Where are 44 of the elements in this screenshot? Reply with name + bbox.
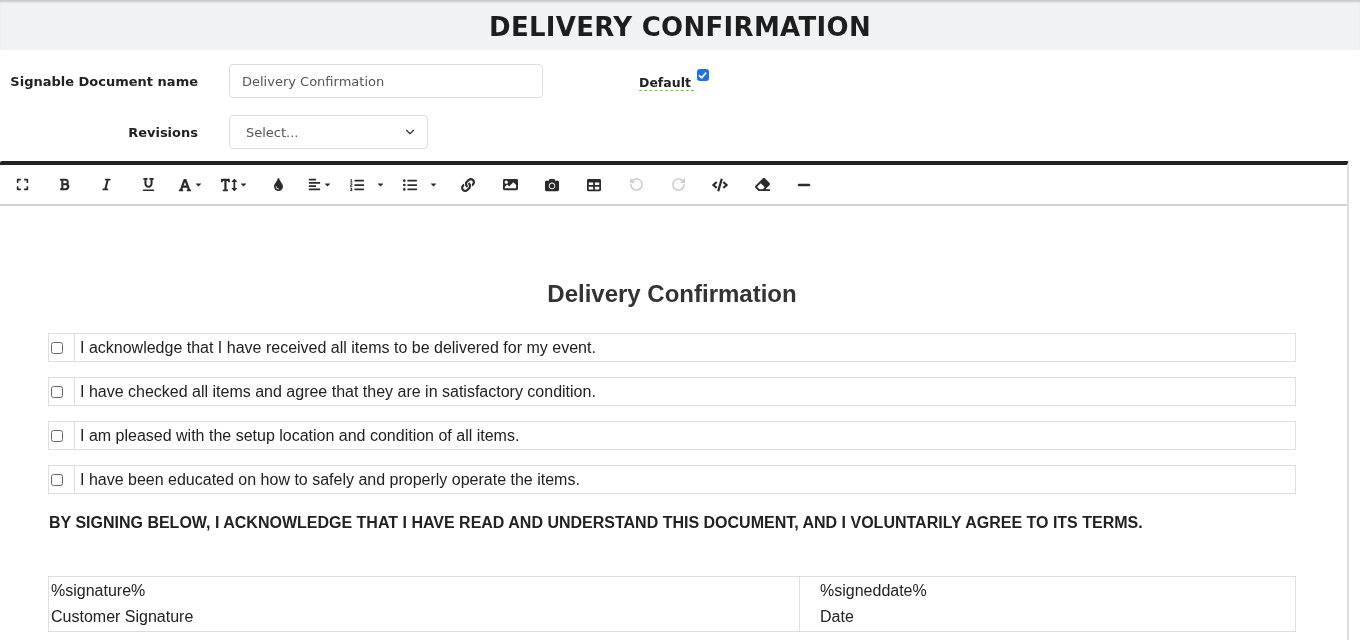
checklist-text: I have checked all items and agree that they are in satisfactory condition. xyxy=(79,382,596,401)
document-name-label: Signable Document name xyxy=(9,73,198,89)
revisions-select[interactable]: Select... xyxy=(229,115,428,149)
field-caption: Customer Signature xyxy=(51,607,195,627)
default-checkbox[interactable] xyxy=(696,69,709,81)
agreement-statement: BY SIGNING BELOW, I ACKNOWLEDGE THAT I HAVE READ AND UNDERSTAND THIS DOCUMENT, AND I VOLUNTARILY AGREE TO ITS TERMS. xyxy=(49,514,1144,532)
ordered-list-icon xyxy=(350,177,364,192)
caret-icon xyxy=(323,180,332,189)
eraser-icon xyxy=(754,177,770,192)
caret-icon xyxy=(376,180,385,189)
default-label: Default xyxy=(639,75,694,91)
table-icon xyxy=(587,177,601,192)
revisions-label: Revisions xyxy=(127,124,198,140)
field-token: %signature% xyxy=(51,581,147,601)
bold-icon xyxy=(57,178,71,191)
align-left-icon xyxy=(308,178,321,191)
link-icon xyxy=(461,177,475,192)
image-icon xyxy=(502,177,518,192)
fullscreen-icon xyxy=(15,178,29,191)
checkbox[interactable] xyxy=(51,341,63,354)
font-icon xyxy=(178,177,192,192)
camera-icon xyxy=(545,177,559,192)
undo-icon xyxy=(628,177,644,192)
bullet-list-icon xyxy=(403,177,417,192)
page-title: DELIVERY CONFIRMATION xyxy=(489,11,871,42)
document-heading: Delivery Confirmation xyxy=(546,279,798,309)
checkbox[interactable] xyxy=(51,429,63,442)
caret-icon xyxy=(239,180,248,189)
underline-icon xyxy=(141,178,155,191)
document-name-input[interactable]: Delivery Confirmation xyxy=(229,64,543,98)
caret-icon xyxy=(429,180,438,189)
checkbox[interactable] xyxy=(51,385,63,398)
field-token: %signeddate% xyxy=(820,581,928,601)
checklist-text: I am pleased with the setup location and condition of all items. xyxy=(79,426,520,445)
field-caption: Date xyxy=(820,607,855,627)
italic-icon xyxy=(99,178,113,191)
checklist-text: I acknowledge that I have received all items to be delivered for my event. xyxy=(79,338,596,357)
text-height-icon xyxy=(221,176,237,193)
droplet-icon xyxy=(271,178,285,191)
code-icon xyxy=(712,176,728,193)
caret-icon xyxy=(194,180,203,189)
checklist-text: I have been educated on how to safely and properly operate the items. xyxy=(79,470,580,489)
redo-icon xyxy=(670,177,686,192)
checkbox[interactable] xyxy=(51,473,63,486)
